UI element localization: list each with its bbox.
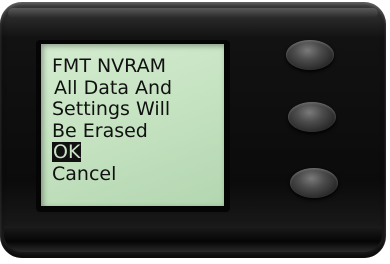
hardware-button-middle[interactable] [288, 102, 336, 132]
message-line-3: Be Erased [52, 119, 148, 142]
message-line-1: All Data And [54, 76, 173, 99]
message-line-2: Settings Will [52, 98, 171, 120]
hardware-button-bottom[interactable] [290, 168, 338, 198]
option-cancel[interactable]: Cancel [52, 163, 172, 186]
device-sheen [8, 8, 378, 18]
lcd-content: FMT NVRAM All Data And Settings Will Be … [52, 55, 173, 186]
option-ok[interactable]: OK [52, 142, 82, 162]
hardware-button-top[interactable] [286, 40, 334, 70]
screen-title: FMT NVRAM [52, 55, 166, 77]
option-ok-row[interactable]: OK [52, 142, 172, 164]
device-bottom-edge [4, 226, 382, 252]
